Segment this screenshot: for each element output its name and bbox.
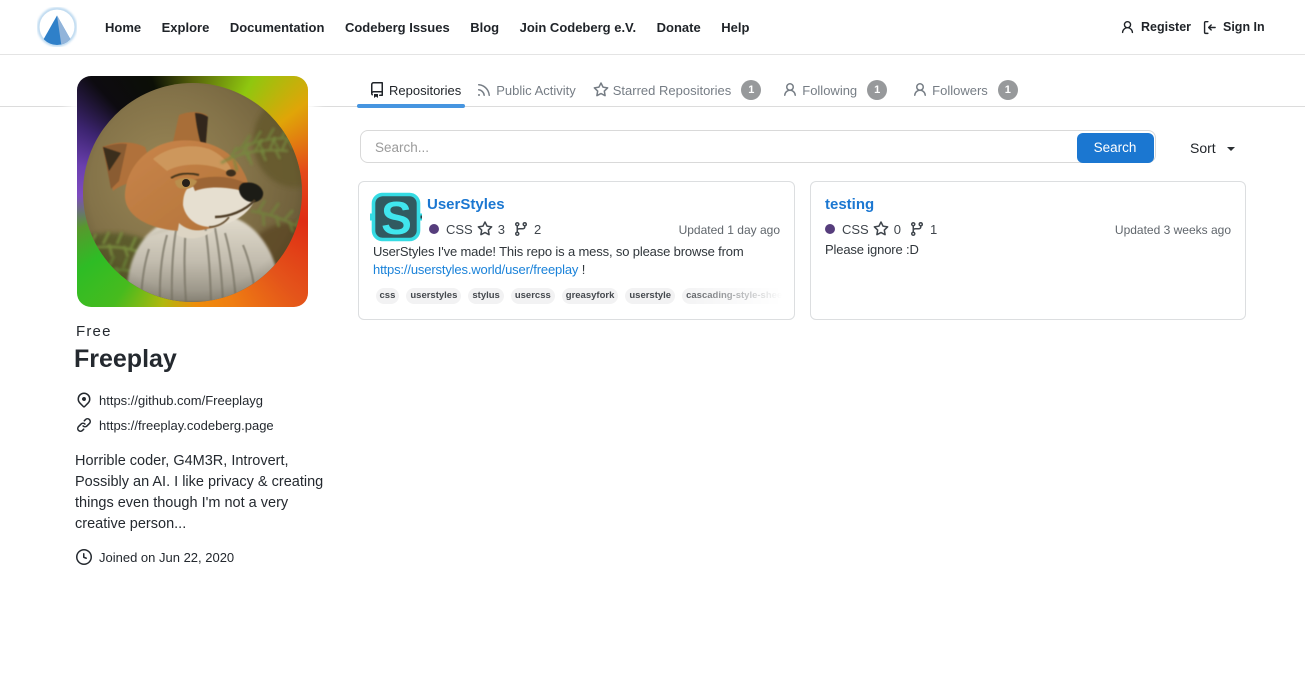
svg-text:S: S: [381, 192, 412, 243]
